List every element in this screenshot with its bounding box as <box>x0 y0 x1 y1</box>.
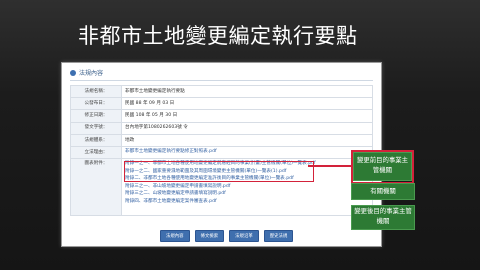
button-bar: 法規內容 條文檢索 法規沿革 歷史法規 <box>160 230 294 242</box>
row-label: 發文字號： <box>70 121 122 135</box>
row-value: 台內地字第1080262603號 令 <box>121 121 373 135</box>
attachment-link[interactable]: 附錄四、非都市土地變更編定案件審查表.pdf <box>125 199 369 205</box>
table-row: 修正日期： 民國 108 年 05 月 30 日 <box>70 109 373 123</box>
table-row-attachments: 圖表附件： 附錄一之一、非都市土地各種使用地變更編定前應經目的事業(計畫)主管機… <box>70 158 373 217</box>
law-content-button[interactable]: 法規內容 <box>160 230 190 242</box>
row-label: 法規名稱： <box>70 84 122 99</box>
row-value: 民國 108 年 05 月 30 日 <box>121 109 373 123</box>
attachment-link[interactable]: 附錄三之一、非山坡地變更編定申請書填寫說明.pdf <box>125 184 369 190</box>
panel-header: 法規內容 <box>70 68 373 81</box>
row-value: 地政 <box>121 133 373 147</box>
highlight-box <box>124 161 314 183</box>
table-row: 法規名稱： 非都市土地變更編定執行要點 <box>70 84 373 99</box>
article-search-button[interactable]: 條文檢索 <box>194 230 225 242</box>
callout-after-authority: 變更後目的事業主管機關 <box>351 205 415 230</box>
row-value: 非都市土地變更編定執行要點 <box>121 84 373 99</box>
callout-related-authority: 有關機關 <box>351 183 415 200</box>
row-label: 立法理由： <box>70 145 122 160</box>
panel-title: 法規內容 <box>79 70 104 77</box>
callout-before-authority: 變更前目的事業主管機關 <box>353 152 412 181</box>
row-label: 法規體系： <box>70 133 122 147</box>
historical-law-button[interactable]: 歷史法規 <box>263 230 294 242</box>
table-row: 立法理由： 非都市土地變更編定執行要點修正對照表.pdf <box>70 145 373 160</box>
table-row: 公發布日： 民國 88 年 09 月 03 日 <box>70 97 373 111</box>
law-content-screenshot: 法規內容 法規名稱： 非都市土地變更編定執行要點 公發布日： 民國 88 年 0… <box>61 62 382 247</box>
table-row: 發文字號： 台內地字第1080262603號 令 <box>70 121 373 135</box>
slide-title: 非都市土地變更編定執行要點 <box>78 24 358 48</box>
law-info-table: 法規名稱： 非都市土地變更編定執行要點 公發布日： 民國 88 年 09 月 0… <box>70 84 373 217</box>
row-label: 修正日期： <box>70 109 122 123</box>
law-history-button[interactable]: 法規沿革 <box>229 230 259 242</box>
row-value: 非都市土地變更編定執行要點修正對照表.pdf <box>121 145 373 160</box>
attachment-link[interactable]: 附錄三之二、山坡地變更編定申請書填寫說明.pdf <box>125 191 369 197</box>
reason-link[interactable]: 非都市土地變更編定執行要點修正對照表.pdf <box>125 149 369 155</box>
row-value: 民國 88 年 09 月 03 日 <box>121 97 373 111</box>
panel-dot-icon <box>70 69 76 76</box>
row-label: 公發布日： <box>70 97 122 111</box>
connector-line <box>308 165 351 167</box>
row-label: 圖表附件： <box>70 158 122 217</box>
attachments-cell: 附錄一之一、非都市土地各種使用地變更編定前應經目的事業(計畫)主管機關(單位)一… <box>121 158 373 217</box>
table-row: 法規體系： 地政 <box>70 133 373 147</box>
